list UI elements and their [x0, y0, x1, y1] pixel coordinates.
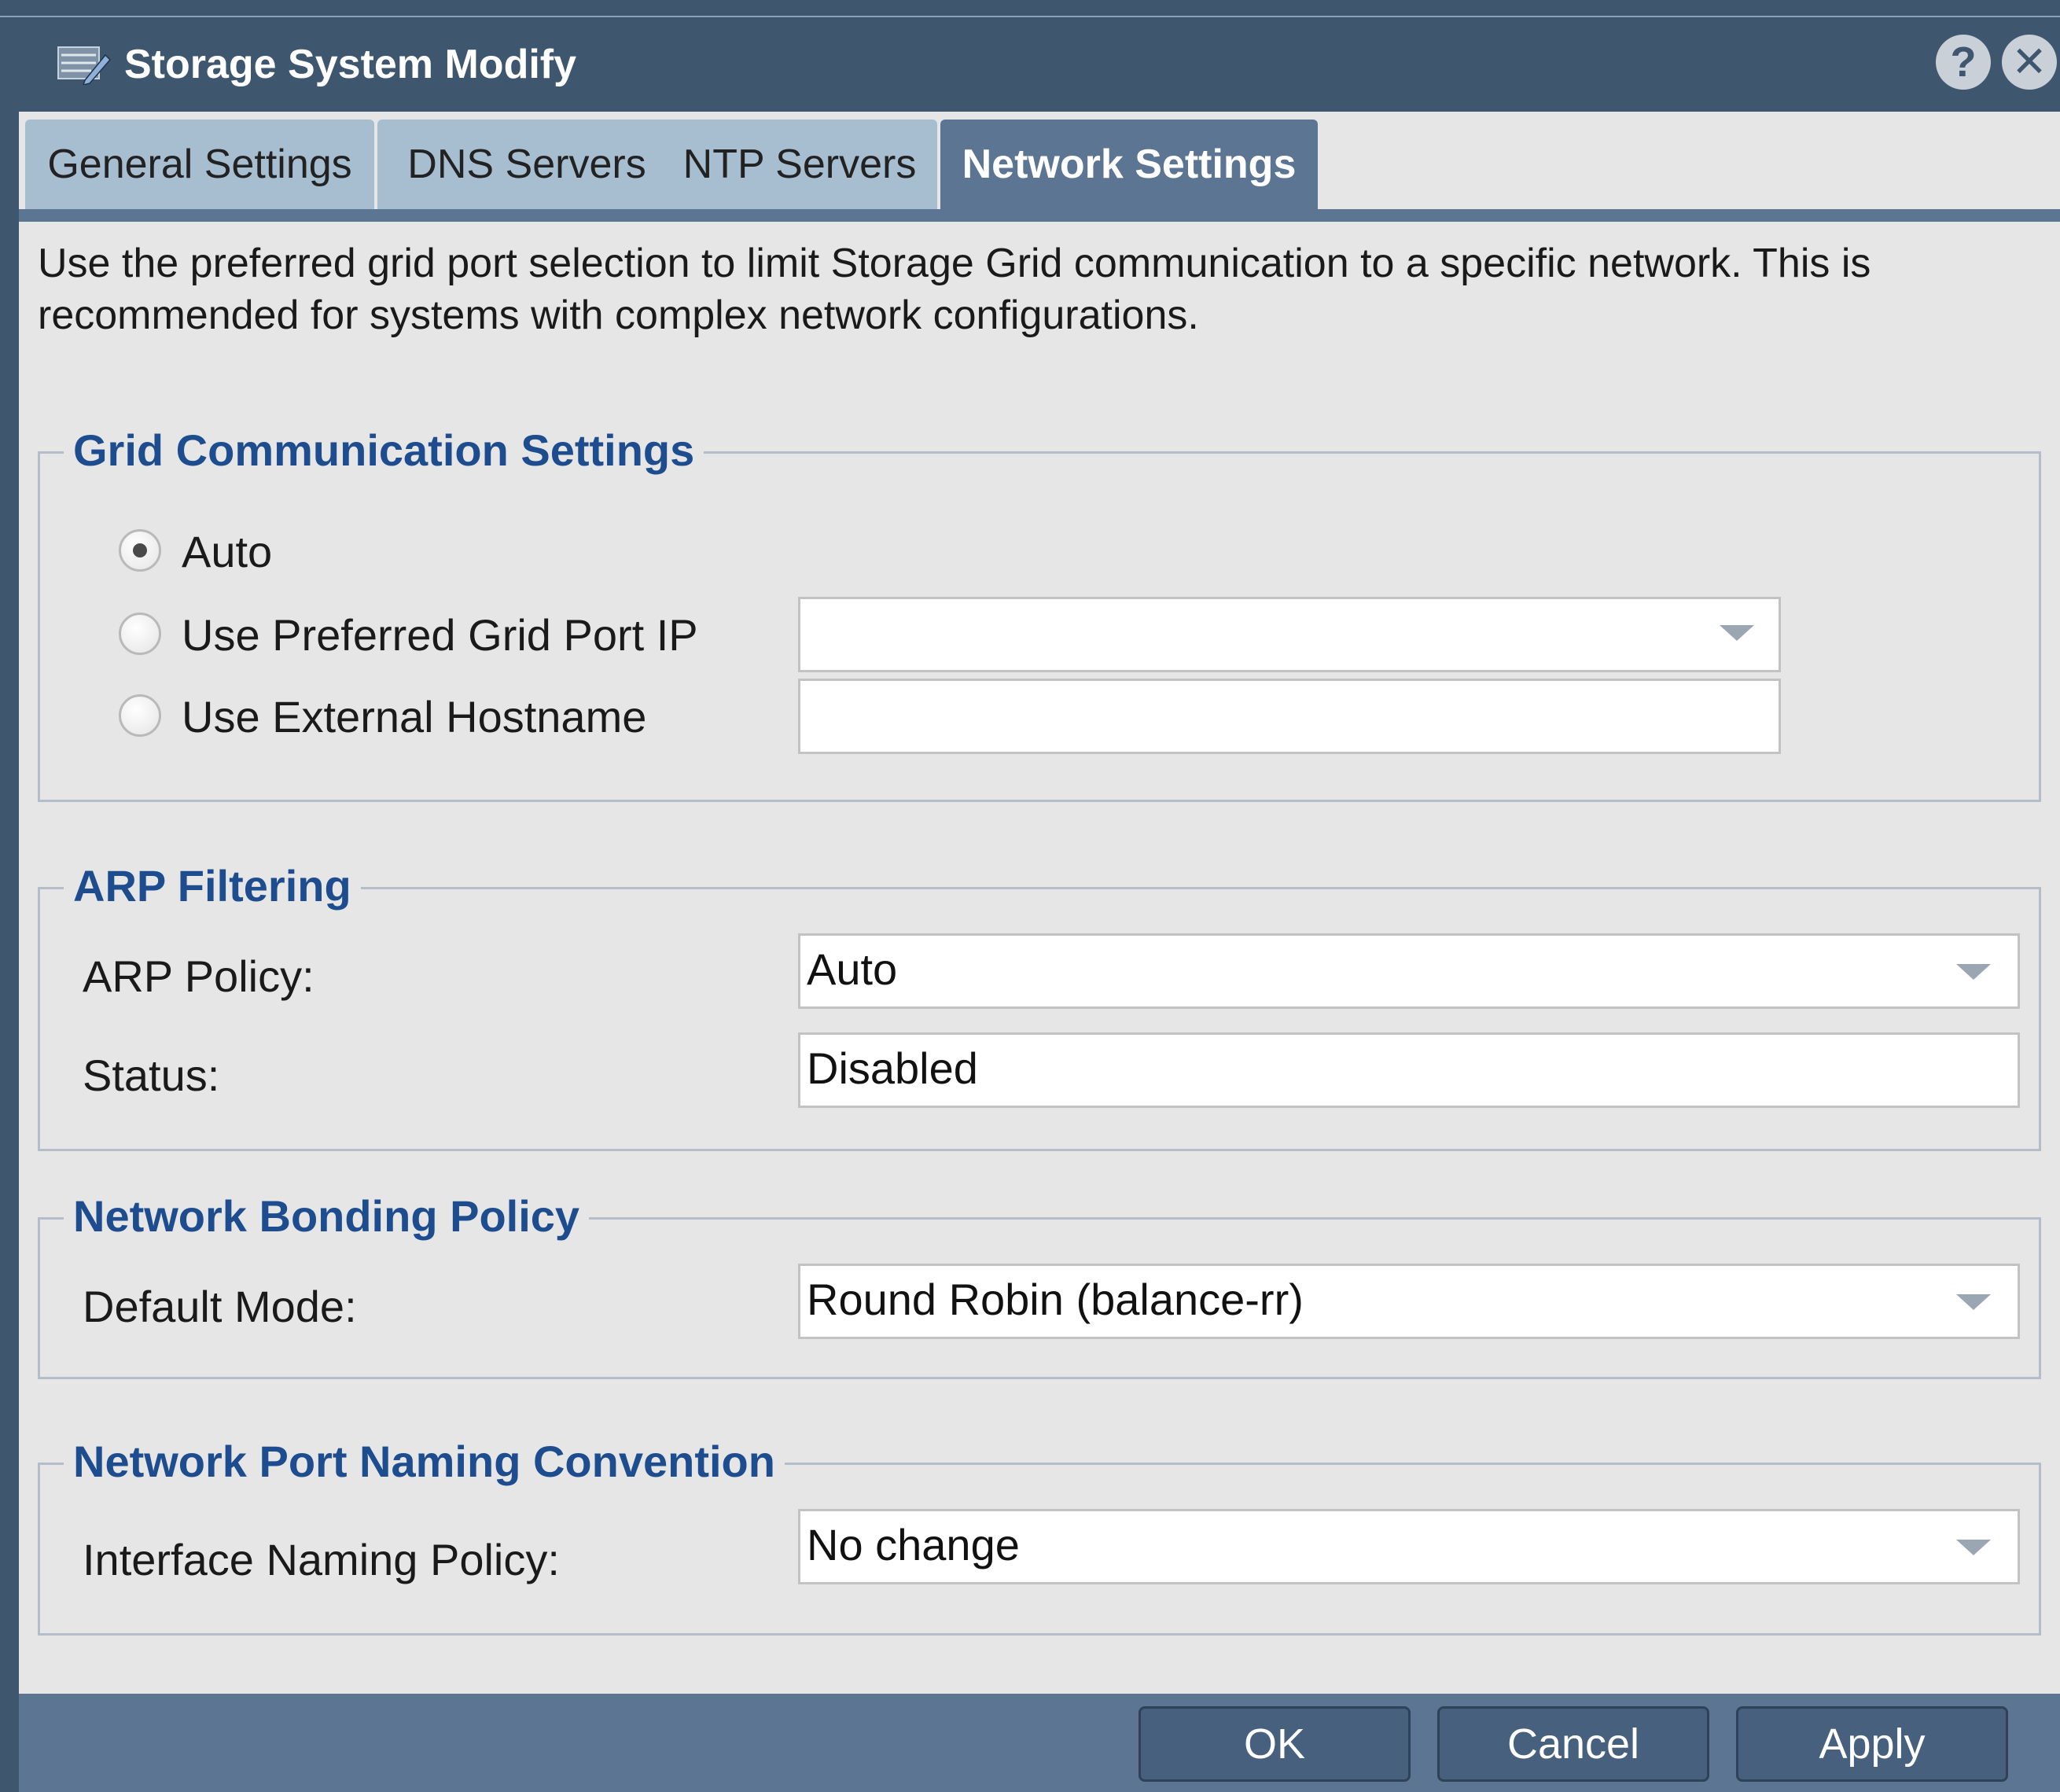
close-button[interactable]: ✕ [2002, 35, 2057, 90]
arp-status-field: Disabled [798, 1032, 2020, 1108]
radio-selected-dot [133, 543, 147, 557]
preferred-grid-port-select[interactable] [798, 597, 1781, 672]
radio-auto-label[interactable]: Auto [182, 524, 272, 580]
network-bonding-legend: Network Bonding Policy [64, 1185, 590, 1248]
radio-preferred-grid-port-label[interactable]: Use Preferred Grid Port IP [182, 608, 698, 663]
chevron-down-icon[interactable] [1956, 1294, 1991, 1310]
external-hostname-input[interactable] [798, 679, 1781, 754]
tab-ntp-servers[interactable]: NTP Servers [662, 120, 937, 209]
grid-communication-legend: Grid Communication Settings [64, 419, 704, 482]
storage-system-modify-dialog: Storage System Modify ? ✕ General Settin… [0, 0, 2060, 1792]
tab-network-settings[interactable]: Network Settings [940, 120, 1318, 209]
default-mode-value: Round Robin (balance-rr) [807, 1275, 1304, 1324]
tab-strip: General Settings DNS Servers NTP Servers… [19, 112, 2060, 209]
title-bar[interactable]: Storage System Modify ? ✕ [0, 16, 2060, 113]
help-icon: ? [1950, 39, 1977, 86]
close-icon: ✕ [2011, 39, 2047, 86]
default-mode-select[interactable]: Round Robin (balance-rr) [798, 1264, 2020, 1339]
intro-text: Use the preferred grid port selection to… [38, 241, 1871, 338]
arp-policy-label: ARP Policy: [83, 951, 315, 1001]
arp-filtering-group: ARP Filtering ARP Policy: Auto Status: D… [38, 855, 2041, 1151]
chevron-down-icon[interactable] [1956, 964, 1991, 980]
dialog-footer: OK Cancel Apply [19, 1694, 2060, 1792]
arp-filtering-legend: ARP Filtering [64, 855, 361, 918]
storage-edit-icon [57, 46, 112, 85]
port-naming-legend: Network Port Naming Convention [64, 1430, 785, 1493]
apply-button[interactable]: Apply [1736, 1706, 2008, 1782]
port-naming-group: Network Port Naming Convention Interface… [38, 1430, 2041, 1636]
arp-policy-select[interactable]: Auto [798, 933, 2020, 1009]
dialog-title: Storage System Modify [124, 42, 577, 87]
help-button[interactable]: ? [1936, 35, 1991, 90]
radio-preferred-grid-port-button[interactable] [119, 613, 161, 655]
default-mode-label: Default Mode: [83, 1282, 357, 1331]
network-bonding-group: Network Bonding Policy Default Mode: Rou… [38, 1185, 2041, 1379]
tab-underline [19, 209, 2060, 222]
chevron-down-icon[interactable] [1956, 1540, 1991, 1555]
network-settings-panel: Use the preferred grid port selection to… [19, 222, 2060, 1694]
grid-communication-group: Grid Communication Settings Auto Use Pre… [38, 419, 2041, 802]
status-label: Status: [83, 1051, 220, 1100]
radio-external-hostname-button[interactable] [119, 694, 161, 737]
tab-dns-servers[interactable]: DNS Servers [377, 120, 676, 209]
interface-naming-policy-select[interactable]: No change [798, 1509, 2020, 1584]
arp-policy-value: Auto [807, 944, 898, 994]
interface-naming-policy-label: Interface Naming Policy: [83, 1535, 560, 1584]
interface-naming-policy-value: No change [807, 1520, 1020, 1569]
radio-external-hostname-label[interactable]: Use External Hostname [182, 690, 646, 745]
cancel-button[interactable]: Cancel [1437, 1706, 1709, 1782]
ok-button[interactable]: OK [1139, 1706, 1411, 1782]
radio-auto-button[interactable] [119, 529, 161, 572]
tab-general-settings[interactable]: General Settings [25, 120, 374, 209]
